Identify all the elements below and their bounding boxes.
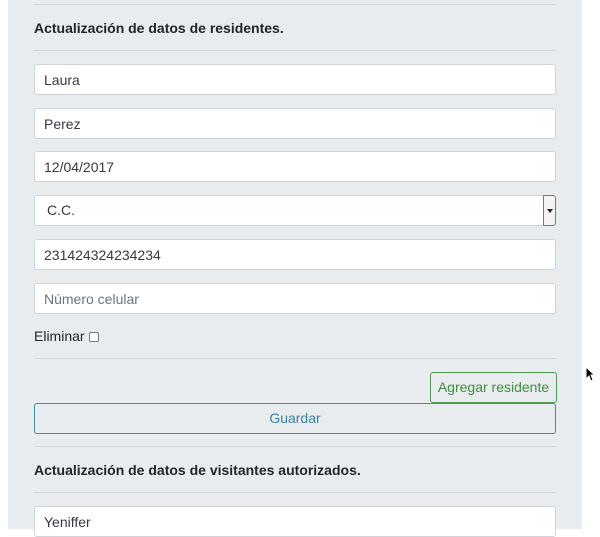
- phone-input[interactable]: [34, 283, 556, 314]
- chevron-down-icon[interactable]: [543, 195, 556, 226]
- save-button[interactable]: Guardar: [34, 403, 556, 434]
- divider: [34, 50, 556, 51]
- visitors-section-title: Actualización de datos de visitantes aut…: [34, 462, 361, 478]
- add-resident-button[interactable]: Agregar residente: [430, 372, 557, 403]
- mouse-cursor-icon: [585, 366, 595, 382]
- document-type-value: C.C.: [47, 202, 75, 218]
- resident-first-name-input[interactable]: [34, 64, 556, 95]
- delete-row: Eliminar: [34, 327, 99, 345]
- divider: [34, 446, 556, 447]
- resident-birth-date-input[interactable]: [34, 151, 556, 182]
- divider: [34, 492, 556, 493]
- delete-checkbox[interactable]: [88, 332, 99, 342]
- visitor-first-name-input[interactable]: [34, 506, 556, 537]
- divider: [34, 358, 556, 359]
- resident-last-name-input[interactable]: [34, 108, 556, 139]
- document-type-select[interactable]: C.C.: [34, 195, 556, 226]
- document-number-input[interactable]: [34, 239, 556, 270]
- delete-label: Eliminar: [34, 328, 85, 344]
- residents-section-title: Actualización de datos de residentes.: [34, 20, 284, 36]
- divider: [34, 4, 556, 5]
